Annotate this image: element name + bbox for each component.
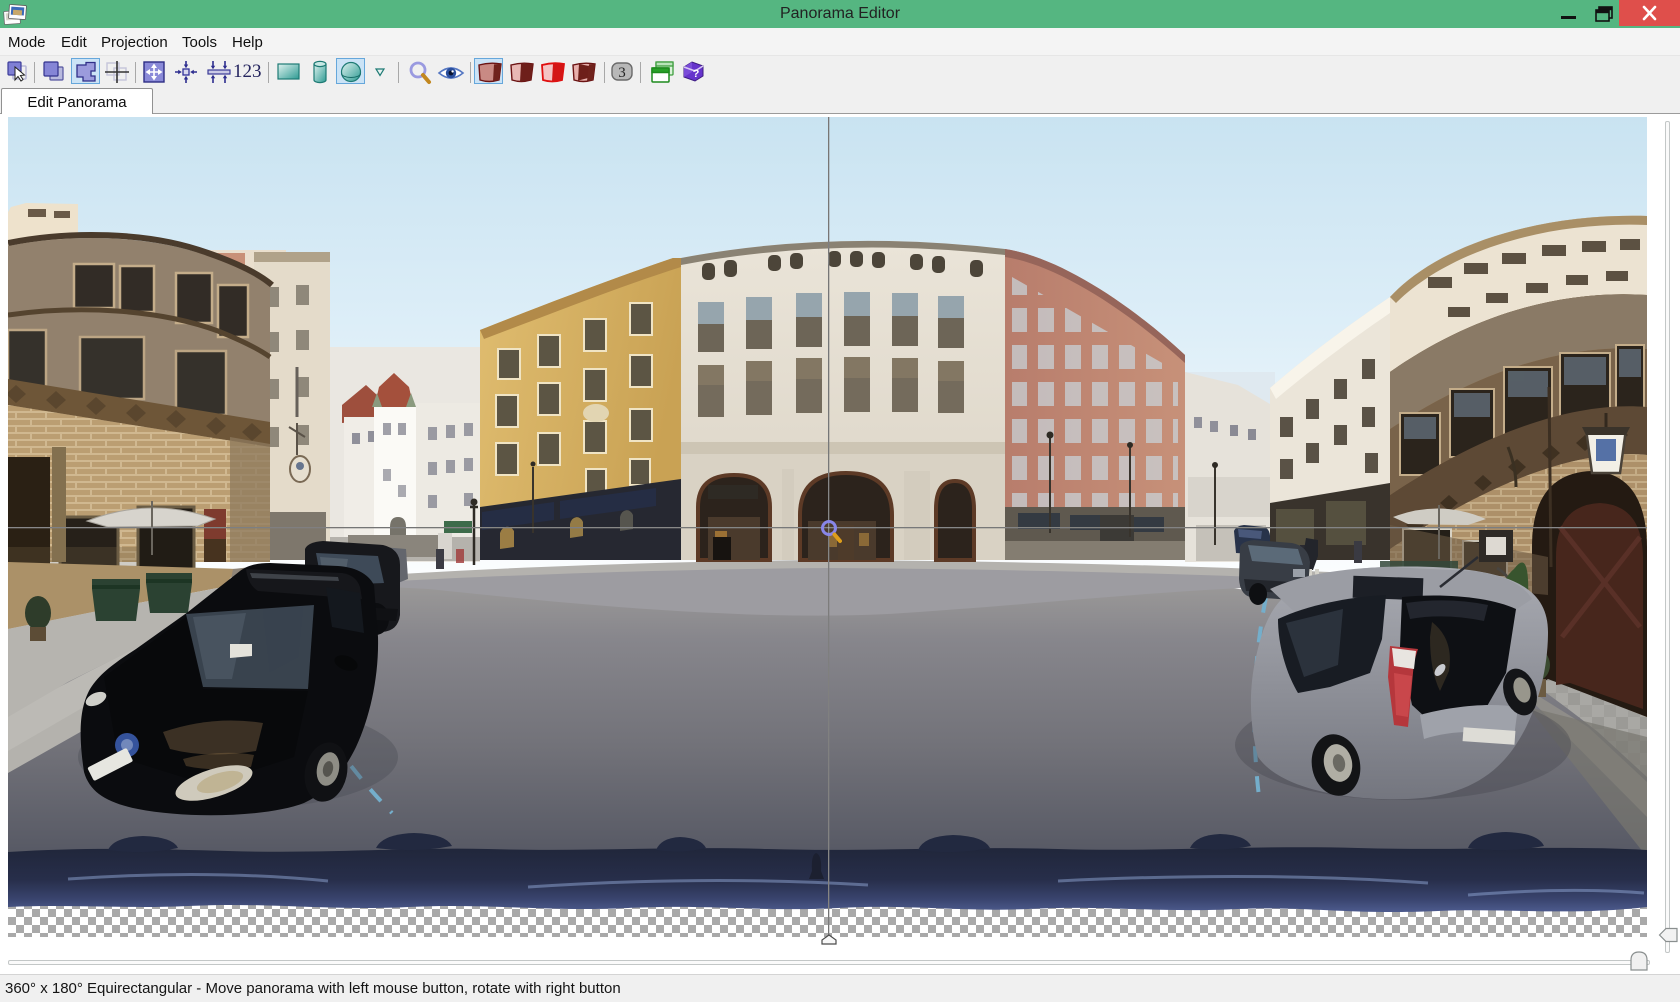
svg-text:?: ?	[693, 68, 700, 80]
svg-text:3: 3	[618, 65, 626, 81]
